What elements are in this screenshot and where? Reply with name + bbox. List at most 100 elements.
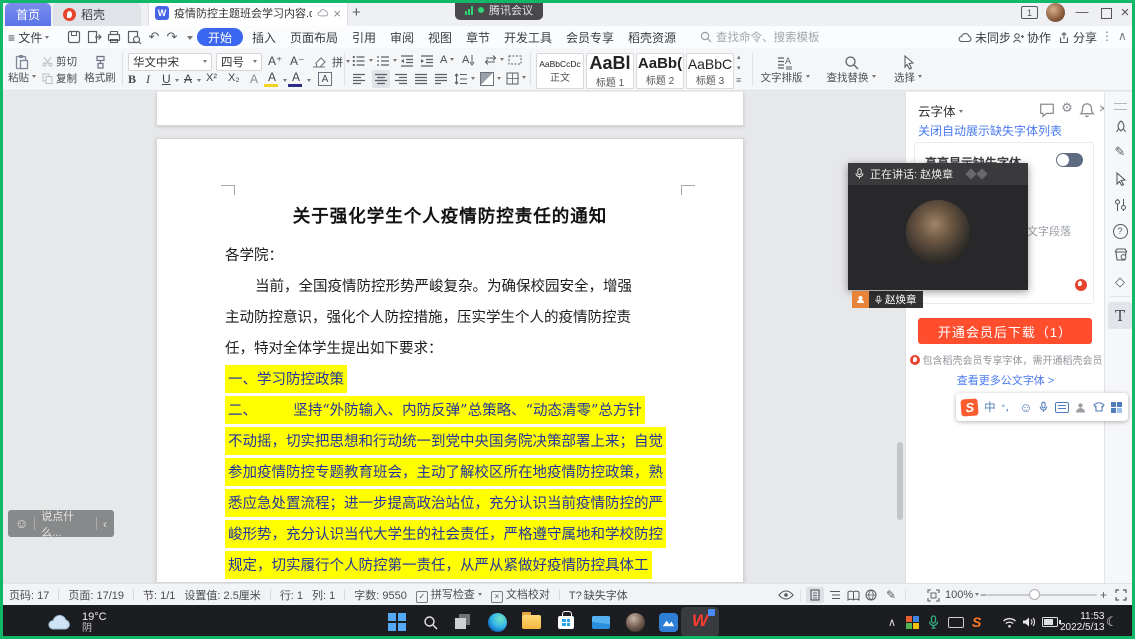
meeting-chat-bubble[interactable]: ☺ 说点什么... ‹ xyxy=(8,510,114,537)
menu-start[interactable]: 开始 xyxy=(197,28,243,46)
copy-button[interactable]: 复制 xyxy=(42,71,77,86)
menu-references[interactable]: 引用 xyxy=(352,29,376,46)
font-family-select[interactable]: 华文中宋 xyxy=(128,53,212,71)
align-right-button[interactable] xyxy=(394,72,408,86)
justify-button[interactable] xyxy=(414,72,428,86)
tab-docer[interactable]: 稻壳 xyxy=(53,3,141,26)
new-tab-button[interactable]: + xyxy=(352,4,361,21)
contact-app-icon[interactable] xyxy=(622,609,648,635)
print-preview-icon[interactable] xyxy=(126,29,142,45)
menu-page-layout[interactable]: 页面布局 xyxy=(290,29,338,46)
sort-button[interactable]: A xyxy=(462,54,475,66)
edit-pencil-icon[interactable]: ✎ xyxy=(1105,144,1135,160)
share-button[interactable]: 分享 xyxy=(1058,29,1097,46)
subscript-button[interactable]: X₂ xyxy=(228,72,240,84)
shrink-font-button[interactable]: A⁻ xyxy=(290,54,304,68)
doc-proof-button[interactable]: ×文档校对 xyxy=(491,586,550,603)
paste-button[interactable]: 粘贴 xyxy=(6,51,38,88)
font-size-select[interactable]: 四号 xyxy=(216,53,262,71)
align-left-button[interactable] xyxy=(352,72,366,86)
cursor-select-icon[interactable] xyxy=(1115,172,1127,186)
tray-volume-icon[interactable] xyxy=(1022,605,1036,639)
meeting-app-icon[interactable] xyxy=(655,609,681,635)
tab-home[interactable]: 首页 xyxy=(5,3,51,26)
menu-section[interactable]: 章节 xyxy=(466,29,490,46)
ink-mode-button[interactable]: ✎ xyxy=(882,587,900,603)
status-word-count[interactable]: 字数: 9550 xyxy=(354,587,407,603)
sogou-logo-icon[interactable]: S xyxy=(960,398,979,416)
wps-app-tile[interactable]: W xyxy=(681,607,719,637)
close-window-button[interactable]: × xyxy=(1115,4,1135,21)
rocket-upgrade-icon[interactable] xyxy=(1114,120,1128,134)
ime-keyboard-icon[interactable] xyxy=(1055,402,1069,413)
document-canvas[interactable]: 关于强化学生个人疫情防控责任的通知 各学院： 当前，全国疫情防控形势严峻复杂。为… xyxy=(0,92,905,583)
close-auto-show-link[interactable]: 关闭自动展示缺失字体列表 xyxy=(918,122,1062,139)
weather-widget[interactable]: 19°C 阴 xyxy=(0,605,200,639)
minimize-button[interactable]: — xyxy=(1072,4,1092,19)
character-border-button[interactable]: A xyxy=(318,72,332,86)
more-menu-icon[interactable]: ⋮ xyxy=(1101,29,1113,43)
align-center-button[interactable] xyxy=(372,70,390,88)
numbered-list-button[interactable] xyxy=(376,54,397,68)
file-explorer-icon[interactable] xyxy=(518,609,544,635)
file-menu[interactable]: ≡ 文件 xyxy=(8,29,49,46)
strikethrough-button[interactable]: A xyxy=(184,72,192,86)
increase-indent-button[interactable] xyxy=(420,54,434,68)
ime-voice-icon[interactable] xyxy=(1038,401,1051,414)
start-button[interactable] xyxy=(384,609,410,635)
tray-mic-icon[interactable] xyxy=(928,605,939,639)
highlight-missing-toggle[interactable] xyxy=(1056,153,1083,167)
clear-format-icon[interactable] xyxy=(312,56,326,68)
scrollbar-thumb[interactable] xyxy=(897,442,903,520)
zoom-out-button[interactable]: − xyxy=(980,588,987,602)
bold-button[interactable]: B xyxy=(128,72,136,87)
more-fonts-link[interactable]: 查看更多公文字体 > xyxy=(906,372,1105,388)
adjust-settings-icon[interactable] xyxy=(1114,198,1127,212)
panel-drag-handle[interactable] xyxy=(1105,98,1135,113)
ime-punctuation-icon[interactable]: °， xyxy=(1001,401,1014,414)
meeting-video-overlay[interactable]: 正在讲话: 赵焕章 赵焕章 xyxy=(848,163,1028,290)
smart-assistant-icon[interactable]: ◇ xyxy=(1105,274,1135,290)
style-heading2[interactable]: AaBb(标题 2 xyxy=(636,53,684,89)
italic-button[interactable]: I xyxy=(146,72,150,87)
tray-clock[interactable]: 11:53 2022/5/13 xyxy=(1060,611,1105,639)
document-page[interactable]: 关于强化学生个人疫情防控责任的通知 各学院： 当前，全国疫情防控形势严峻复杂。为… xyxy=(156,138,744,583)
tray-expand-icon[interactable]: ∧ xyxy=(888,605,896,639)
page-view-button[interactable] xyxy=(806,587,824,603)
tray-ime-tool-icon[interactable] xyxy=(906,605,919,639)
zoom-value[interactable]: 100% xyxy=(945,589,973,601)
collaborate-button[interactable]: 协作 xyxy=(1012,29,1051,46)
zoom-slider-knob[interactable] xyxy=(1029,589,1040,600)
tray-wifi-icon[interactable] xyxy=(1002,605,1017,639)
format-painter-button[interactable]: 格式刷 xyxy=(82,51,118,88)
help-icon[interactable]: ? xyxy=(1105,222,1135,239)
tray-display-icon[interactable] xyxy=(948,605,964,639)
taskbar-search-icon[interactable] xyxy=(417,609,443,635)
print-icon[interactable] xyxy=(106,29,122,45)
ime-toolbox-icon[interactable] xyxy=(1110,402,1123,413)
bell-icon[interactable] xyxy=(1079,102,1095,118)
menu-insert[interactable]: 插入 xyxy=(252,29,276,46)
read-mode-button[interactable] xyxy=(844,587,862,603)
gear-icon[interactable]: ⚙ xyxy=(1059,100,1075,116)
font-color-button[interactable]: A xyxy=(292,70,300,84)
select-button[interactable]: 选择 xyxy=(888,51,928,88)
styles-scroll-down-icon[interactable]: ▾ xyxy=(737,64,741,72)
edge-browser-icon[interactable] xyxy=(484,609,510,635)
borders-button[interactable] xyxy=(506,72,526,85)
sync-status[interactable]: 未同步 xyxy=(958,29,1011,46)
history-caret-icon[interactable] xyxy=(187,36,193,43)
style-heading3[interactable]: AaBbC标题 3 xyxy=(686,53,734,89)
feedback-icon[interactable] xyxy=(1039,102,1055,118)
pinyin-guide-button[interactable]: 拼 xyxy=(332,54,350,70)
zoom-slider-track[interactable] xyxy=(987,594,1097,596)
collapse-chat-icon[interactable]: ‹ xyxy=(103,517,107,531)
text-effects-button[interactable]: A xyxy=(250,72,258,86)
text-layout-button[interactable]: A 文字排版 xyxy=(758,51,812,88)
text-direction-button[interactable] xyxy=(484,54,504,66)
underline-button[interactable]: U xyxy=(162,72,171,86)
task-view-icon[interactable] xyxy=(450,609,476,635)
menu-review[interactable]: 审阅 xyxy=(390,29,414,46)
ime-emoji-icon[interactable]: ☺ xyxy=(1019,400,1032,415)
menu-dev-tools[interactable]: 开发工具 xyxy=(504,29,552,46)
